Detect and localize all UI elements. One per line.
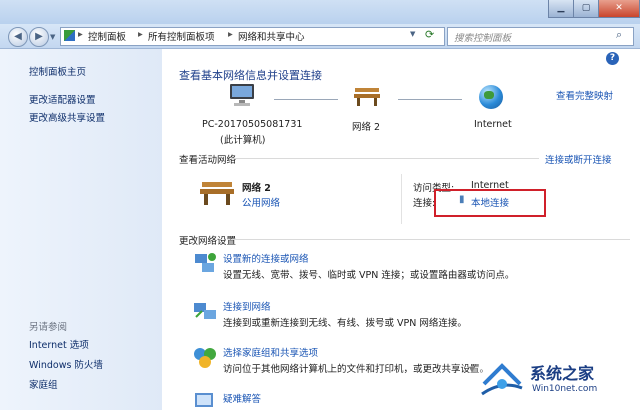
- new-connection-icon: [192, 251, 218, 275]
- network-name-label: 网络 2: [352, 122, 381, 133]
- task-troubleshoot-link[interactable]: 疑难解答: [223, 391, 261, 405]
- map-connector-line: [274, 99, 338, 100]
- breadcrumb-separator-icon: ▸: [138, 29, 143, 40]
- search-input[interactable]: 搜索控制面板: [454, 30, 511, 44]
- bench-network-icon: [198, 177, 236, 207]
- highlight-box: [434, 189, 546, 217]
- address-dropdown-icon[interactable]: ▼: [410, 30, 415, 38]
- title-bar: [0, 0, 640, 24]
- watermark-title: 系统之家: [530, 364, 595, 383]
- connect-disconnect-link[interactable]: 连接或断开连接: [545, 152, 612, 166]
- search-icon[interactable]: ⌕: [616, 28, 622, 42]
- homegroup-icon: [192, 345, 218, 369]
- refresh-icon[interactable]: ⟳: [425, 28, 434, 41]
- sidebar-item-adapter-settings[interactable]: 更改适配器设置: [29, 92, 96, 106]
- forward-arrow-icon: ▶: [35, 31, 43, 42]
- maximize-button[interactable]: ▢: [573, 0, 599, 18]
- internet-globe-icon: [479, 85, 503, 109]
- task-new-connection-link[interactable]: 设置新的连接或网络: [223, 251, 309, 265]
- task-description: 设置无线、宽带、拨号、临时或 VPN 连接；或设置路由器或访问点。: [223, 270, 515, 281]
- connection-label: 连接:: [413, 198, 436, 209]
- breadcrumb-item[interactable]: 控制面板: [88, 29, 126, 43]
- history-dropdown-icon[interactable]: ▼: [50, 33, 55, 41]
- internet-label: Internet: [474, 119, 512, 130]
- divider: [401, 174, 402, 224]
- bench-network-icon: [352, 84, 382, 108]
- troubleshoot-icon: [192, 389, 218, 413]
- watermark-logo: 系统之家 Win10net.com: [468, 352, 640, 410]
- task-description: 连接到或重新连接到无线、有线、拨号或 VPN 网络连接。: [223, 318, 467, 329]
- close-button[interactable]: ✕: [598, 0, 640, 18]
- breadcrumb-item[interactable]: 网络和共享中心: [238, 29, 305, 43]
- address-box[interactable]: ▸ 控制面板 ▸ 所有控制面板项 ▸ 网络和共享中心 ▼ ⟳: [60, 27, 445, 46]
- breadcrumb-item[interactable]: 所有控制面板项: [148, 29, 215, 43]
- view-full-map-link[interactable]: 查看完整映射: [556, 88, 613, 102]
- minimize-button[interactable]: ▁: [548, 0, 574, 18]
- see-also-heading: 另请参阅: [29, 322, 68, 333]
- breadcrumb-separator-icon: ▸: [78, 29, 83, 40]
- task-connect-network-link[interactable]: 连接到网络: [223, 299, 271, 313]
- house-logo-icon: [480, 358, 524, 402]
- sidebar-home-link[interactable]: 控制面板主页: [29, 64, 86, 78]
- network-type-link[interactable]: 公用网络: [242, 195, 280, 209]
- back-button[interactable]: ◀: [8, 27, 28, 47]
- task-description: 访问位于其他网络计算机上的文件和打印机，或更改共享设置。: [223, 364, 490, 375]
- connect-network-icon: [192, 299, 218, 323]
- page-title: 查看基本网络信息并设置连接: [179, 69, 322, 82]
- sidebar-item-homegroup[interactable]: 家庭组: [29, 377, 58, 391]
- sidebar-item-advanced-sharing[interactable]: 更改高级共享设置: [29, 110, 105, 124]
- active-network-heading: 查看活动网络: [179, 155, 237, 166]
- change-settings-heading: 更改网络设置: [179, 236, 237, 247]
- computer-sub-label: (此计算机): [220, 135, 266, 146]
- back-arrow-icon: ◀: [14, 31, 22, 42]
- left-navigation-pane: 控制面板主页 更改适配器设置 更改高级共享设置 另请参阅 Internet 选项…: [0, 49, 162, 410]
- divider: [231, 158, 539, 159]
- control-panel-icon: [64, 30, 75, 41]
- active-network-name: 网络 2: [242, 183, 271, 194]
- help-icon[interactable]: ?: [606, 52, 619, 65]
- computer-icon: [228, 82, 258, 108]
- map-connector-line: [398, 99, 462, 100]
- forward-button[interactable]: ▶: [29, 27, 49, 47]
- watermark-url: Win10net.com: [532, 384, 598, 394]
- search-box[interactable]: 搜索控制面板 ⌕: [447, 27, 634, 46]
- task-homegroup-link[interactable]: 选择家庭组和共享选项: [223, 345, 318, 359]
- divider: [231, 239, 630, 240]
- sidebar-item-internet-options[interactable]: Internet 选项: [29, 337, 89, 351]
- sidebar-item-windows-firewall[interactable]: Windows 防火墙: [29, 357, 103, 371]
- computer-name-label: PC-20170505081731: [202, 119, 303, 130]
- breadcrumb-separator-icon: ▸: [228, 29, 233, 40]
